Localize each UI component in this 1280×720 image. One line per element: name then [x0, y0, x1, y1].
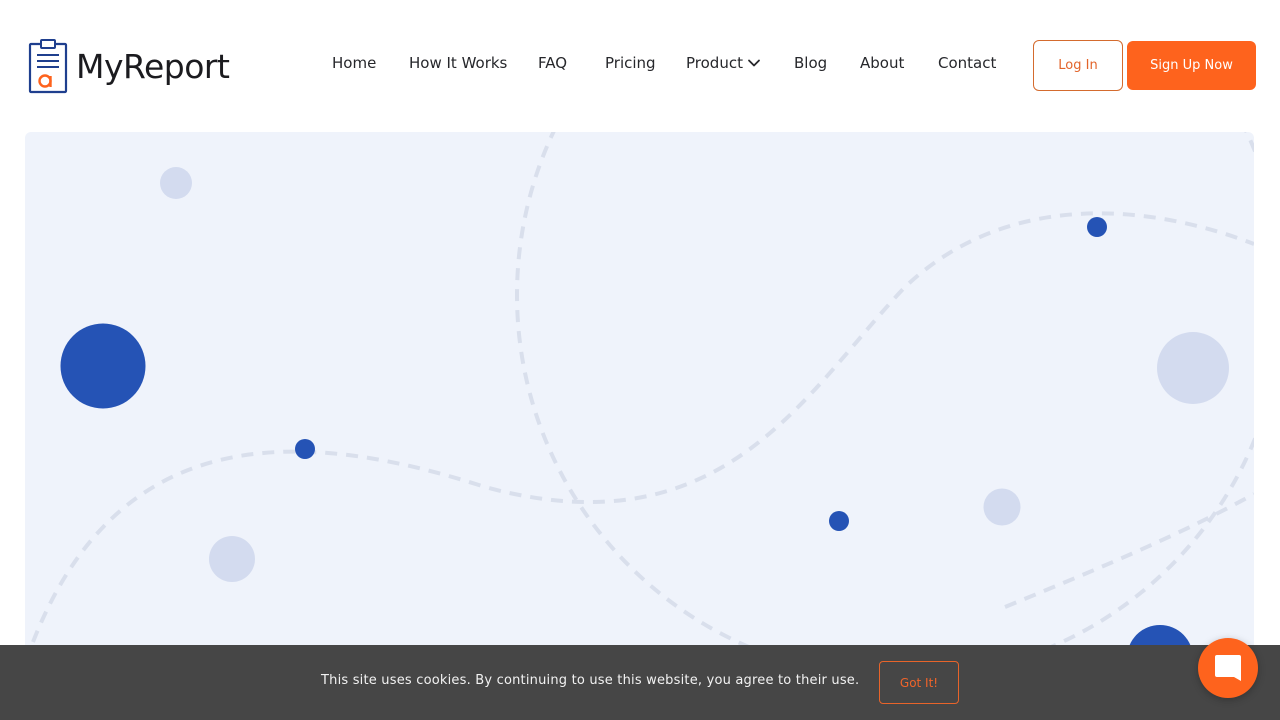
clipboard-report-icon	[28, 39, 68, 94]
cookie-message: This site uses cookies. By continuing to…	[321, 673, 860, 688]
hero-banner	[25, 132, 1254, 720]
chat-widget-button[interactable]	[1198, 638, 1258, 698]
nav-item-faq[interactable]: FAQ	[538, 52, 567, 74]
dashed-circle-large	[515, 132, 1254, 680]
nav-item-pricing[interactable]: Pricing	[605, 52, 656, 74]
login-button[interactable]: Log In	[1033, 40, 1123, 91]
brand-logo[interactable]: MyReport	[28, 38, 230, 94]
signup-button[interactable]: Sign Up Now	[1127, 41, 1256, 90]
blue-dot	[829, 511, 849, 531]
nav-item-home[interactable]: Home	[332, 52, 376, 74]
dashed-curve-right	[1004, 492, 1254, 609]
nav-item-how-it-works[interactable]: How It Works	[409, 52, 507, 74]
blue-dot	[295, 439, 315, 459]
light-circle	[1157, 332, 1229, 404]
nav-item-contact[interactable]: Contact	[938, 52, 996, 74]
light-circle	[160, 167, 192, 199]
light-circle	[209, 536, 255, 582]
hero-decoration	[31, 132, 1254, 691]
blue-circle	[60, 323, 146, 409]
nav-item-about[interactable]: About	[860, 52, 904, 74]
blue-dot	[1087, 217, 1107, 237]
chat-bubble-icon	[1215, 655, 1241, 681]
nav-item-product[interactable]: Product	[686, 52, 761, 74]
nav-item-product-label: Product	[686, 54, 743, 72]
accept-cookies-button[interactable]: Got It!	[879, 661, 959, 704]
light-circle	[983, 488, 1021, 526]
brand-name: MyReport	[76, 46, 230, 86]
site-header: MyReport Home How It Works FAQ Pricing P…	[0, 0, 1280, 128]
chevron-down-icon	[748, 59, 760, 67]
cookie-banner: This site uses cookies. By continuing to…	[0, 645, 1280, 720]
nav-item-blog[interactable]: Blog	[794, 52, 827, 74]
